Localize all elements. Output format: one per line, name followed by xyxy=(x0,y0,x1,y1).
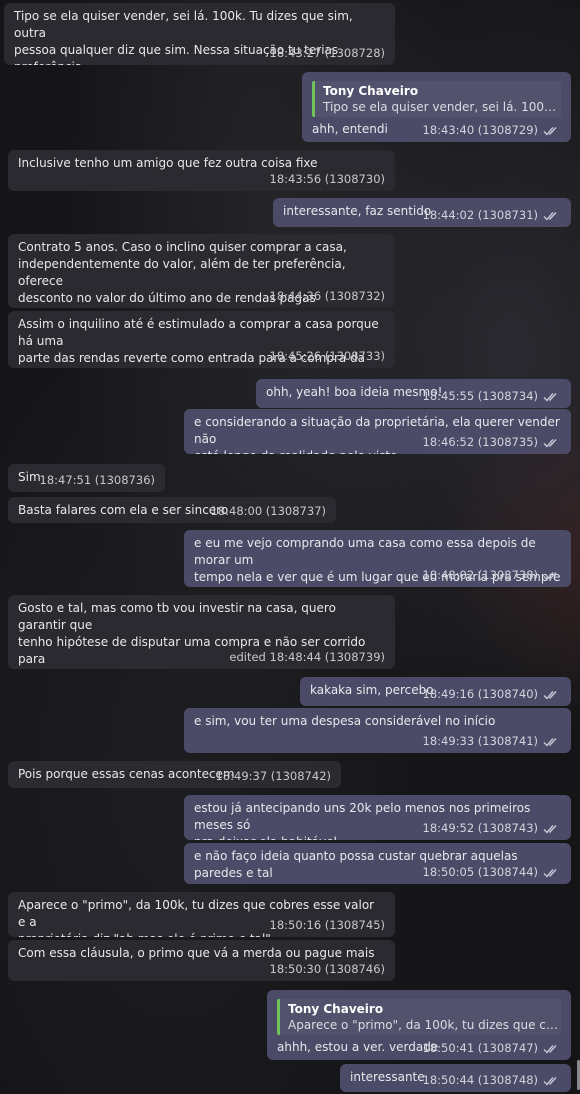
message-text: Com essa cláusula, o primo que vá a merd… xyxy=(18,946,375,960)
double-check-icon xyxy=(543,211,557,221)
message-meta: 18:43:27 (1308728) xyxy=(270,45,386,62)
incoming-message[interactable]: Aparece o "primo", da 100k, tu dizes que… xyxy=(8,892,395,937)
message-timestamp: 18:45:26 (1308733) xyxy=(269,349,386,363)
message-text: e sim, vou ter uma despesa considerável … xyxy=(194,714,496,728)
message-timestamp: 18:50:16 (1308745) xyxy=(269,918,386,932)
reply-quote[interactable]: Tony Chaveiro Aparece o "primo", da 100k,… xyxy=(277,999,561,1035)
message-meta: 18:50:16 (1308745) xyxy=(270,917,386,934)
message-timestamp: 18:49:33 (1308741) xyxy=(422,734,539,748)
message-timestamp: 18:46:52 (1308735) xyxy=(422,435,539,449)
outgoing-message[interactable]: Tony Chaveiro Aparece o "primo", da 100k,… xyxy=(267,990,571,1060)
message-timestamp: 18:44:36 (1308732) xyxy=(269,289,386,303)
double-check-icon xyxy=(543,1076,557,1086)
message-meta: edited 18:48:44 (1308739) xyxy=(229,649,385,666)
outgoing-message[interactable]: kakaka sim, percebo 18:49:16 (1308740) xyxy=(300,677,571,706)
message-meta: 18:50:44 (1308748) xyxy=(423,1072,562,1089)
message-timestamp: 18:49:52 (1308743) xyxy=(422,821,539,835)
message-meta: 18:50:30 (1308746) xyxy=(270,961,386,978)
outgoing-message[interactable]: interessante 18:50:44 (1308748) xyxy=(340,1064,571,1092)
message-timestamp: 18:48:02 (1308738) xyxy=(422,568,539,582)
message-meta: 18:44:36 (1308732) xyxy=(270,288,386,305)
message-timestamp: 18:50:30 (1308746) xyxy=(269,962,386,976)
double-check-icon xyxy=(543,438,557,448)
incoming-message[interactable]: Assim o inquilino até é estimulado a com… xyxy=(8,311,395,368)
outgoing-message[interactable]: estou já antecipando uns 20k pelo menos … xyxy=(184,795,571,840)
outgoing-message[interactable]: e sim, vou ter uma despesa considerável … xyxy=(184,708,571,753)
incoming-message[interactable]: Sim 18:47:51 (1308736) xyxy=(8,464,165,492)
double-check-icon xyxy=(543,690,557,700)
double-check-icon xyxy=(543,868,557,878)
reply-author: Tony Chaveiro xyxy=(323,84,419,98)
message-timestamp: 18:49:37 (1308742) xyxy=(215,769,332,783)
incoming-message[interactable]: Contrato 5 anos. Caso o inclino quiser c… xyxy=(8,234,395,308)
reply-text: Tipo se ela quiser vender, sei lá. 100k.… xyxy=(323,100,561,114)
double-check-icon xyxy=(543,571,557,581)
message-timestamp: 18:43:27 (1308728) xyxy=(269,46,386,60)
reply-author: Tony Chaveiro xyxy=(288,1002,384,1016)
message-timestamp: 18:49:16 (1308740) xyxy=(422,687,539,701)
outgoing-message[interactable]: Tony Chaveiro Tipo se ela quiser vender, … xyxy=(302,72,571,142)
message-text: Inclusive tenho um amigo que fez outra c… xyxy=(18,156,318,170)
outgoing-message[interactable]: e não faço ideia quanto possa custar que… xyxy=(184,843,571,884)
message-timestamp: 18:43:56 (1308730) xyxy=(269,172,386,186)
outgoing-message[interactable]: ohh, yeah! boa ideia mesmo! 18:45:55 (130… xyxy=(256,379,571,408)
message-meta: 18:43:56 (1308730) xyxy=(270,171,386,188)
incoming-message[interactable]: Tipo se ela quiser vender, sei lá. 100k.… xyxy=(4,3,395,65)
message-timestamp: 18:50:44 (1308748) xyxy=(422,1073,539,1087)
incoming-message[interactable]: Basta falares com ela e ser sincero 18:48… xyxy=(8,497,336,523)
message-meta: 18:49:16 (1308740) xyxy=(423,686,562,703)
reply-quote[interactable]: Tony Chaveiro Tipo se ela quiser vender, … xyxy=(312,81,561,117)
incoming-message[interactable]: Com essa cláusula, o primo que vá a merd… xyxy=(8,940,395,981)
message-timestamp: 18:45:55 (1308734) xyxy=(422,389,539,403)
message-meta: 18:46:52 (1308735) xyxy=(423,434,562,451)
message-meta: 18:43:40 (1308729) xyxy=(423,122,562,139)
message-timestamp: 18:50:41 (1308747) xyxy=(422,1041,539,1055)
double-check-icon xyxy=(543,126,557,136)
message-meta: 18:50:05 (1308744) xyxy=(423,864,562,881)
message-meta: 18:44:02 (1308731) xyxy=(423,207,562,224)
outgoing-message[interactable]: interessante, faz sentido 18:44:02 (13087… xyxy=(273,198,571,227)
reply-text: Aparece o "primo", da 100k, tu dizes que… xyxy=(288,1018,561,1032)
message-meta: 18:49:52 (1308743) xyxy=(423,820,562,837)
incoming-message[interactable]: Pois porque essas cenas acontecem 18:49:3… xyxy=(8,761,341,788)
message-meta: 18:45:55 (1308734) xyxy=(423,388,562,405)
outgoing-message[interactable]: e considerando a situação da proprietári… xyxy=(184,409,571,454)
double-check-icon xyxy=(543,824,557,834)
message-meta: 18:47:51 (1308736) xyxy=(40,472,156,489)
message-timestamp: 18:44:02 (1308731) xyxy=(422,208,539,222)
message-meta: 18:49:33 (1308741) xyxy=(423,733,562,750)
message-meta: 18:45:26 (1308733) xyxy=(270,348,386,365)
message-timestamp: 18:47:51 (1308736) xyxy=(39,473,156,487)
message-timestamp: 18:43:40 (1308729) xyxy=(422,123,539,137)
outgoing-message[interactable]: e eu me vejo comprando uma casa como ess… xyxy=(184,530,571,587)
incoming-message[interactable]: Gosto e tal, mas como tb vou investir na… xyxy=(8,595,395,669)
double-check-icon xyxy=(543,1044,557,1054)
incoming-message[interactable]: Inclusive tenho um amigo que fez outra c… xyxy=(8,150,395,191)
message-meta: 18:50:41 (1308747) xyxy=(423,1040,562,1057)
message-timestamp: 18:48:00 (1308737) xyxy=(210,504,327,518)
double-check-icon xyxy=(543,392,557,402)
double-check-icon xyxy=(543,737,557,747)
message-timestamp: edited 18:48:44 (1308739) xyxy=(229,650,385,664)
message-timestamp: 18:50:05 (1308744) xyxy=(422,865,539,879)
message-meta: 18:48:02 (1308738) xyxy=(423,567,562,584)
message-meta: 18:48:00 (1308737) xyxy=(211,503,327,520)
message-meta: 18:49:37 (1308742) xyxy=(216,768,332,785)
